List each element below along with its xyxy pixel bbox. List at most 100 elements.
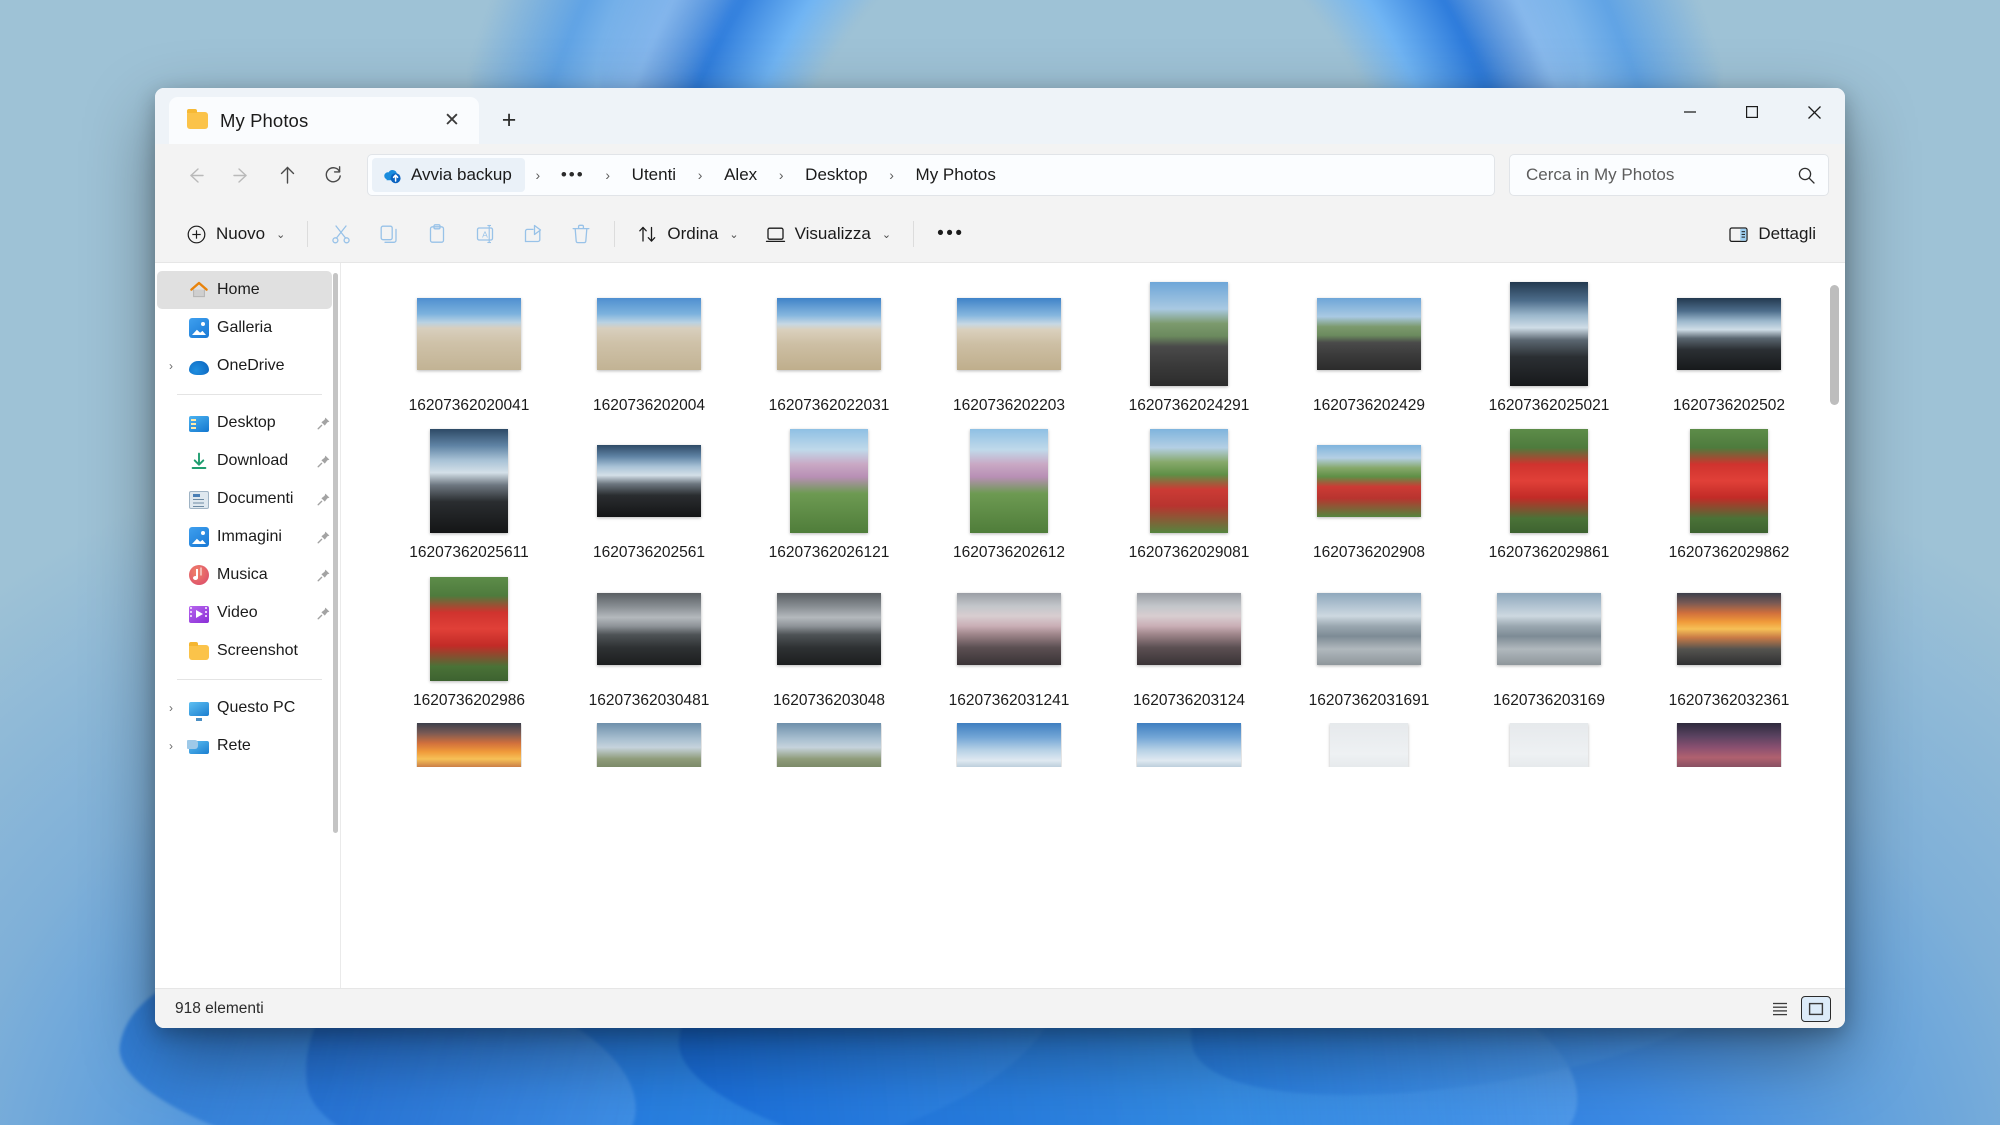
file-item[interactable]: 16207362029081 (1099, 428, 1279, 575)
photo-thumbnail (777, 593, 881, 665)
sidebar-item-questo-pc[interactable]: › Questo PC (157, 689, 332, 727)
up-icon[interactable] (265, 153, 309, 197)
thumbnail-container (416, 576, 522, 682)
sidebar-item-immagini[interactable]: Immagini (157, 518, 332, 556)
file-item[interactable]: 16207362020041 (379, 281, 559, 428)
chevron-right-icon[interactable]: › (161, 739, 181, 753)
file-item[interactable]: 1620736202908 (1279, 428, 1459, 575)
sort-button[interactable]: Ordina ⌄ (624, 213, 751, 255)
sidebar-item-rete[interactable]: › Rete (157, 727, 332, 765)
file-item[interactable] (739, 723, 919, 788)
file-item[interactable]: 1620736202561 (559, 428, 739, 575)
sidebar-item-onedrive[interactable]: › OneDrive (157, 347, 332, 385)
more-options-button[interactable]: ••• (923, 213, 978, 255)
search-input[interactable] (1526, 165, 1797, 185)
refresh-icon[interactable] (311, 153, 355, 197)
maximize-icon[interactable] (1721, 88, 1783, 136)
file-item[interactable] (379, 723, 559, 788)
delete-button[interactable] (557, 213, 605, 255)
file-item[interactable]: 1620736202004 (559, 281, 739, 428)
new-button[interactable]: Nuovo ⌄ (173, 213, 298, 255)
file-item[interactable]: 16207362026121 (739, 428, 919, 575)
file-item[interactable]: 16207362029861 (1459, 428, 1639, 575)
file-item[interactable]: 1620736203169 (1459, 576, 1639, 723)
file-item[interactable]: 1620736202203 (919, 281, 1099, 428)
content-scrollbar-thumb[interactable] (1830, 285, 1839, 405)
file-item[interactable]: 16207362029862 (1639, 428, 1819, 575)
new-tab-button[interactable]: + (489, 100, 529, 140)
tab-my-photos[interactable]: My Photos ✕ (169, 97, 479, 144)
file-name-label: 1620736202561 (583, 543, 715, 563)
file-item[interactable]: 16207362025021 (1459, 281, 1639, 428)
sidebar-item-galleria[interactable]: Galleria (157, 309, 332, 347)
file-item[interactable] (919, 723, 1099, 788)
file-name-label: 16207362032361 (1663, 691, 1795, 711)
sidebar-item-documenti[interactable]: Documenti (157, 480, 332, 518)
sidebar-item-label: Desktop (217, 414, 306, 432)
breadcrumb-start-backup[interactable]: Avvia backup (372, 158, 525, 192)
view-button[interactable]: Visualizza ⌄ (752, 213, 904, 255)
sidebar-divider (177, 394, 322, 395)
breadcrumb-alex[interactable]: Alex (713, 158, 768, 192)
sidebar-item-screenshot[interactable]: Screenshot (157, 632, 332, 670)
file-item[interactable]: 1620736202986 (379, 576, 559, 723)
breadcrumb-my-photos[interactable]: My Photos (905, 158, 1007, 192)
file-item[interactable]: 1620736202502 (1639, 281, 1819, 428)
thumbnail-container (956, 723, 1062, 767)
forward-icon[interactable] (219, 153, 263, 197)
cut-button[interactable] (317, 213, 365, 255)
sidebar-item-musica[interactable]: Musica (157, 556, 332, 594)
file-item[interactable]: 16207362025611 (379, 428, 559, 575)
file-item[interactable] (1099, 723, 1279, 788)
file-item[interactable] (1459, 723, 1639, 788)
breadcrumb-overflow-button[interactable]: ••• (551, 158, 595, 192)
file-name-label: 16207362025611 (403, 543, 535, 563)
chevron-right-icon[interactable]: › (161, 701, 181, 715)
file-item[interactable] (559, 723, 739, 788)
list-view-toggle[interactable] (1765, 996, 1795, 1022)
sidebar-item-download[interactable]: Download (157, 442, 332, 480)
file-item[interactable]: 1620736202612 (919, 428, 1099, 575)
file-item[interactable]: 1620736203124 (1099, 576, 1279, 723)
sidebar-item-desktop[interactable]: Desktop (157, 404, 332, 442)
thumbnail-container (1136, 576, 1242, 682)
file-grid: 1620736202004116207362020041620736202203… (341, 263, 1845, 788)
chevron-right-icon[interactable]: › (161, 359, 181, 373)
breadcrumb-utenti[interactable]: Utenti (621, 158, 687, 192)
file-item[interactable]: 16207362032361 (1639, 576, 1819, 723)
thumbnail-container (1496, 428, 1602, 534)
sidebar-item-video[interactable]: Video (157, 594, 332, 632)
close-window-icon[interactable] (1783, 88, 1845, 136)
close-tab-icon[interactable]: ✕ (437, 106, 467, 136)
file-list-view[interactable]: 1620736202004116207362020041620736202203… (340, 263, 1845, 988)
onedrive-icon (189, 361, 209, 375)
address-bar[interactable]: Avvia backup › ••• › Utenti › Alex › Des… (367, 154, 1495, 196)
file-item[interactable]: 16207362022031 (739, 281, 919, 428)
file-item[interactable]: 1620736202429 (1279, 281, 1459, 428)
breadcrumb-desktop[interactable]: Desktop (794, 158, 878, 192)
search-box[interactable] (1509, 154, 1829, 196)
sidebar-scrollbar-thumb[interactable] (333, 273, 338, 833)
minimize-icon[interactable] (1659, 88, 1721, 136)
network-icon (189, 741, 209, 754)
file-item[interactable]: 1620736203048 (739, 576, 919, 723)
sidebar-item-home[interactable]: Home (157, 271, 332, 309)
copy-button[interactable] (365, 213, 413, 255)
file-item[interactable]: 16207362030481 (559, 576, 739, 723)
pc-icon (189, 702, 209, 716)
file-item[interactable]: 16207362024291 (1099, 281, 1279, 428)
share-button[interactable] (509, 213, 557, 255)
back-icon[interactable] (173, 153, 217, 197)
tile-view-toggle[interactable] (1801, 996, 1831, 1022)
rename-button[interactable]: A (461, 213, 509, 255)
file-item[interactable] (1639, 723, 1819, 788)
file-item[interactable] (1279, 723, 1459, 788)
tile-view-icon (1808, 1002, 1824, 1016)
thumbnail-container (416, 281, 522, 387)
file-item[interactable]: 16207362031241 (919, 576, 1099, 723)
file-item[interactable]: 16207362031691 (1279, 576, 1459, 723)
thumbnail-container (1136, 428, 1242, 534)
paste-button[interactable] (413, 213, 461, 255)
details-pane-button[interactable]: Dettagli (1715, 213, 1829, 255)
scissors-icon (330, 223, 352, 245)
